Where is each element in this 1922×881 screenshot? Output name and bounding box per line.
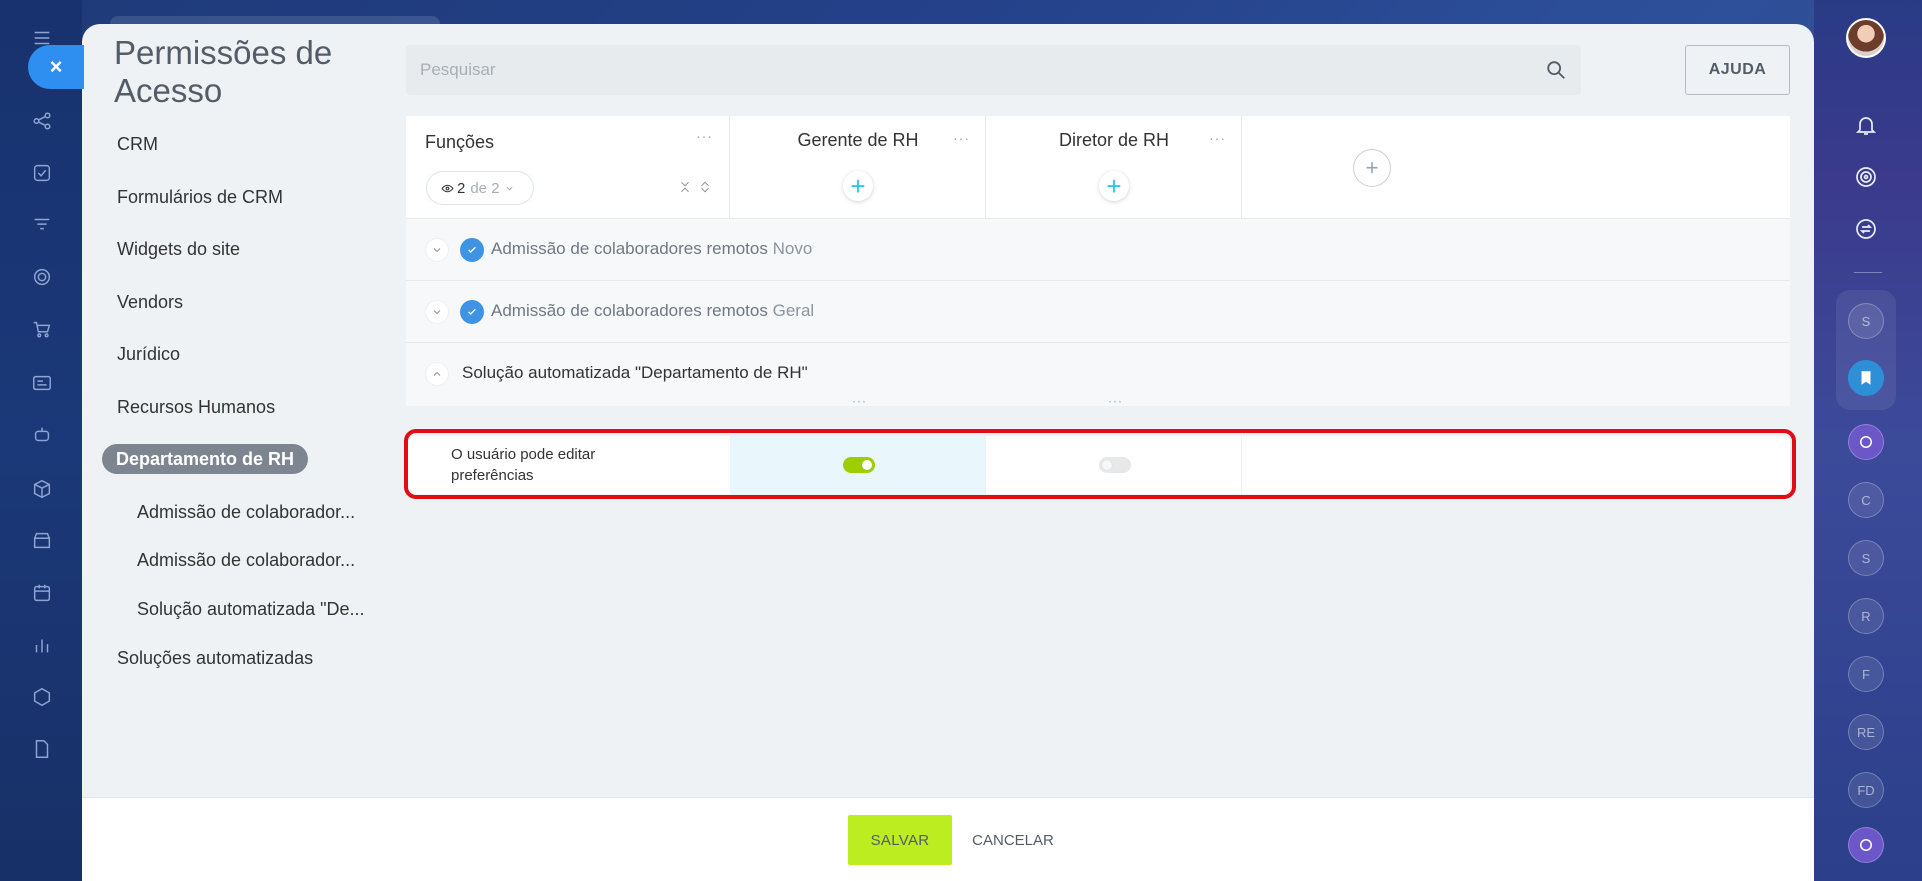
chevron-down-icon	[505, 186, 513, 191]
section-subtitle: Novo	[772, 239, 813, 258]
close-icon: ×	[49, 54, 63, 79]
rail-bubble-s[interactable]: S	[1848, 303, 1884, 339]
chat-bubble-1[interactable]	[1848, 424, 1884, 460]
permission-cell-hr-director[interactable]	[986, 436, 1242, 494]
counter-current: 2	[457, 179, 466, 197]
role-column-hr-manager: Gerente de RH ··· +	[730, 116, 986, 218]
chevron-down-icon[interactable]	[425, 238, 449, 262]
chat-sync-icon	[1860, 839, 1872, 851]
role-name: Gerente de RH	[797, 130, 919, 150]
chat-bubble-2[interactable]	[1848, 827, 1884, 863]
rail-divider	[1854, 272, 1882, 273]
sidebar-item-hr[interactable]: Recursos Humanos	[102, 392, 275, 422]
column-dots-icon[interactable]: ···	[852, 394, 867, 408]
visible-roles-counter[interactable]: 2 de 2	[426, 171, 534, 205]
permissions-grid: Funções ··· 2 de 2 Gerente de RH ··· + D…	[406, 116, 1790, 408]
onboarding-check-icon	[460, 238, 484, 262]
add-role-plus-icon[interactable]: +	[1353, 149, 1391, 187]
footer-bar: SALVAR CANCELAR	[82, 797, 1814, 881]
page-title: Permissões de Acesso	[114, 34, 333, 109]
help-button[interactable]: AJUDA	[1685, 45, 1790, 95]
left-portal-rail	[0, 0, 82, 881]
rail-bubble-fd[interactable]: FD	[1848, 772, 1884, 808]
section-title: Admissão de colaboradores remotos Geral	[491, 301, 815, 320]
rail-bubble-re[interactable]: RE	[1848, 714, 1884, 750]
sidebar-subitem-automated-solution[interactable]: Solução automatizada "De...	[102, 594, 402, 624]
expand-all-icon[interactable]	[698, 180, 712, 194]
chevron-up-icon[interactable]	[425, 362, 449, 386]
add-permission-plus-icon[interactable]: +	[843, 171, 873, 201]
permission-toggle-off[interactable]	[1099, 457, 1131, 473]
chat-sync-icon	[1860, 436, 1872, 448]
bookmark-icon	[1861, 371, 1871, 385]
onboarding-check-icon	[460, 300, 484, 324]
analytics-icon[interactable]	[29, 632, 55, 658]
roles-menu-dots-icon[interactable]: ···	[696, 128, 713, 144]
calendar-icon[interactable]	[29, 580, 55, 606]
contact-card-icon[interactable]	[29, 370, 55, 396]
search-input[interactable]	[406, 45, 1526, 95]
permission-toggle-on[interactable]	[843, 457, 875, 473]
chevron-down-icon[interactable]	[425, 300, 449, 324]
right-rail: S C S R F RE FD	[1814, 0, 1922, 881]
section-row[interactable]: Admissão de colaboradores remotos Geral	[406, 280, 1790, 342]
sidebar-item-crm-forms[interactable]: Formulários de CRM	[102, 182, 283, 212]
cart-icon[interactable]	[29, 316, 55, 342]
sidebar-item-crm[interactable]: CRM	[102, 129, 158, 159]
search-bar	[406, 45, 1581, 95]
save-button[interactable]: SALVAR	[848, 815, 952, 865]
permission-cell-hr-manager[interactable]	[730, 436, 986, 494]
section-row[interactable]: Admissão de colaboradores remotos Novo	[406, 218, 1790, 280]
tasks-icon[interactable]	[29, 160, 55, 186]
collapse-all-icon[interactable]	[678, 180, 692, 194]
bookmark-button[interactable]	[1848, 360, 1884, 396]
sidebar-subitem-onboarding-1[interactable]: Admissão de colaborador...	[102, 497, 402, 527]
section-subtitle: Geral	[772, 301, 815, 320]
sync-chat-icon[interactable]	[1851, 214, 1881, 244]
roles-header-label: Funções	[425, 132, 495, 152]
sidebar-subitem-onboarding-2[interactable]: Admissão de colaborador...	[102, 545, 402, 575]
permission-label: O usuário pode editar preferências	[451, 446, 596, 484]
settings-hex-icon[interactable]	[29, 684, 55, 710]
target-icon[interactable]	[29, 264, 55, 290]
sidebar-item-legal[interactable]: Jurídico	[102, 339, 180, 369]
access-permissions-panel: Permissões de Acesso CRM Formulários de …	[82, 24, 1814, 881]
section-title: Solução automatizada "Departamento de RH…	[462, 363, 808, 382]
search-icon[interactable]	[1545, 59, 1567, 81]
avatar[interactable]	[1846, 18, 1886, 58]
rail-bubble-s2[interactable]: S	[1848, 540, 1884, 576]
role-menu-dots-icon[interactable]: ···	[953, 130, 970, 146]
workflow-icon[interactable]	[29, 108, 55, 134]
robot-icon[interactable]	[29, 422, 55, 448]
sidebar-item-vendors[interactable]: Vendors	[102, 287, 183, 317]
counter-total: de 2	[470, 179, 500, 197]
rail-bubble-c[interactable]: C	[1848, 482, 1884, 518]
column-dots-icon[interactable]: ···	[1108, 394, 1123, 408]
section-row-expanded[interactable]: Solução automatizada "Departamento de RH…	[406, 342, 1790, 406]
role-column-hr-director: Diretor de RH ··· +	[986, 116, 1242, 218]
target-rings-icon[interactable]	[1851, 162, 1881, 192]
sidebar-item-automated-solutions[interactable]: Soluções automatizadas	[102, 643, 313, 673]
permission-row: O usuário pode editar preferências	[406, 436, 1790, 494]
rail-bubble-r[interactable]: R	[1848, 598, 1884, 634]
cancel-button[interactable]: CANCELAR	[968, 815, 1058, 865]
sidebar-item-hr-department[interactable]: Departamento de RH	[102, 444, 309, 474]
bell-icon[interactable]	[1851, 110, 1881, 140]
eye-icon	[441, 184, 454, 192]
add-permission-plus-icon[interactable]: +	[1099, 171, 1129, 201]
roles-header-cell: Funções ··· 2 de 2	[406, 116, 730, 218]
role-name: Diretor de RH	[1058, 130, 1170, 150]
store-icon[interactable]	[29, 528, 55, 554]
collapse-expand-controls	[678, 180, 712, 194]
section-title: Admissão de colaboradores remotos Novo	[491, 239, 813, 258]
role-menu-dots-icon[interactable]: ···	[1209, 130, 1226, 146]
sidebar-item-site-widgets[interactable]: Widgets do site	[102, 234, 240, 264]
document-icon[interactable]	[29, 736, 55, 762]
box-icon[interactable]	[29, 476, 55, 502]
close-slider-button[interactable]: ×	[28, 45, 84, 89]
rail-bubble-f[interactable]: F	[1848, 656, 1884, 692]
filter-icon[interactable]	[29, 212, 55, 238]
